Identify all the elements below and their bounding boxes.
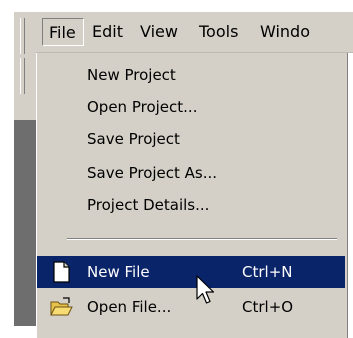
menu-view[interactable]: View	[134, 18, 184, 46]
mouse-cursor-icon	[196, 275, 218, 309]
menu-item-new-project[interactable]: New Project	[37, 59, 345, 91]
menu-item-save-project[interactable]: Save Project	[37, 123, 345, 155]
menu-item-label: Project Details...	[87, 196, 210, 214]
window-client-area	[14, 120, 36, 326]
menu-item-label: Open File...	[87, 298, 172, 316]
menu-item-save-project-as[interactable]: Save Project As...	[37, 157, 345, 189]
menu-bar: File Edit View Tools Windo	[36, 12, 353, 53]
file-menu-dropdown: New Project Open Project... Save Project…	[36, 53, 348, 338]
menu-window[interactable]: Windo	[254, 18, 316, 46]
menu-item-label: Save Project	[87, 130, 180, 148]
toolbar-grip[interactable]	[20, 18, 25, 54]
menu-item-project-details[interactable]: Project Details...	[37, 189, 345, 221]
menu-item-label: New Project	[87, 66, 176, 84]
menu-item-label: Save Project As...	[87, 164, 218, 182]
toolbar-grip[interactable]	[20, 58, 25, 94]
menu-item-open-file[interactable]: Open File... Ctrl+O	[37, 291, 345, 323]
menu-item-new-file[interactable]: New File Ctrl+N	[37, 256, 345, 288]
menu-item-label: New File	[87, 263, 150, 281]
menu-item-shortcut: Ctrl+O	[242, 298, 294, 316]
menu-file[interactable]: File	[42, 18, 84, 46]
menu-item-label: Open Project...	[87, 98, 198, 116]
menu-tools[interactable]: Tools	[193, 18, 244, 46]
menu-edit[interactable]: Edit	[86, 18, 129, 46]
menu-item-shortcut: Ctrl+N	[242, 263, 293, 281]
screenshot-margin-left	[0, 0, 14, 338]
open-folder-icon	[49, 295, 73, 319]
menu-item-open-project[interactable]: Open Project...	[37, 91, 345, 123]
new-file-icon	[49, 260, 73, 284]
menu-separator	[67, 238, 337, 240]
screenshot-margin-top	[0, 0, 353, 12]
